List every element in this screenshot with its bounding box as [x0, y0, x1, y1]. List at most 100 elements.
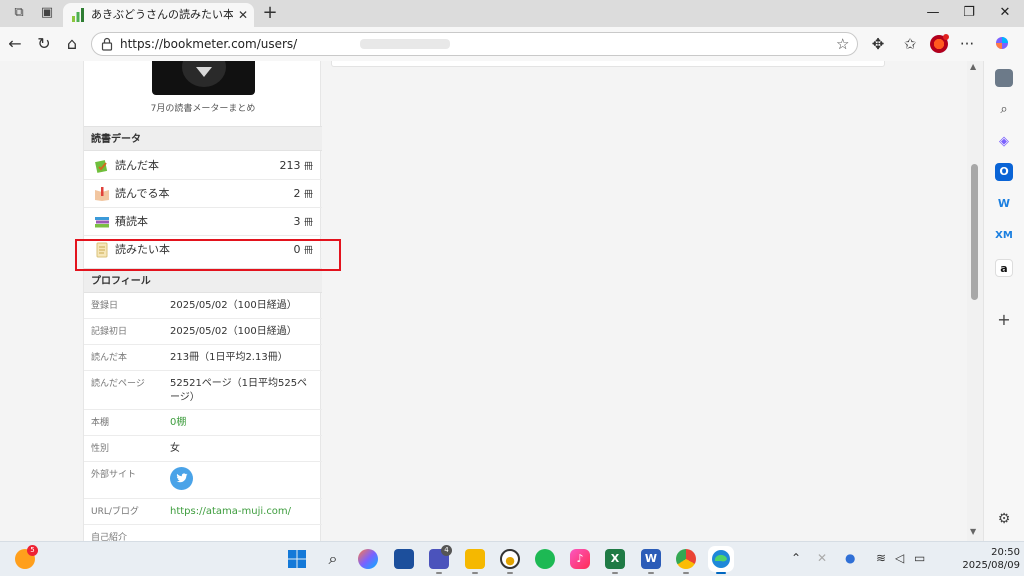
edge-logo-icon	[712, 550, 730, 568]
edge-sidebar: ⌕ ◈ O W XM a + ⚙	[983, 61, 1024, 541]
monthly-summary-image[interactable]	[152, 61, 255, 95]
stacked-books-label: 積読本	[115, 215, 148, 228]
profile-key: 記録初日	[91, 327, 128, 337]
notification-dot	[943, 34, 949, 40]
copilot-taskbar-icon[interactable]	[358, 549, 378, 569]
profile-row-first-record: 記録初日 2025/05/02（100日経過）	[84, 319, 322, 345]
start-icon[interactable]	[287, 549, 307, 569]
tab-title: あきぶどうさんの読みたい本 - 読書メ	[91, 8, 233, 21]
favorite-star-icon[interactable]: ☆	[836, 35, 849, 53]
weather-badge: 5	[27, 545, 38, 556]
maps-icon[interactable]: ●	[500, 549, 520, 569]
read-books-row[interactable]: 読んだ本 213 冊	[84, 152, 322, 180]
word-icon[interactable]: W	[641, 549, 661, 569]
settings-gear-icon[interactable]: ⚙	[995, 510, 1013, 528]
read-books-label: 読んだ本	[115, 159, 159, 172]
add-icon[interactable]: +	[995, 311, 1013, 329]
store-icon[interactable]	[394, 549, 414, 569]
profile-key: 性別	[91, 444, 110, 454]
amazon-icon[interactable]: a	[995, 259, 1013, 277]
twitter-bird-icon	[176, 473, 187, 483]
taskbar: 5 ⌕ 4 ● ♪ X W ⌃ ✕ ● ≋ ◁ ▭ 20:50 2025/08/…	[0, 541, 1024, 576]
book-stack-icon	[95, 217, 109, 228]
image-shape-detail	[196, 67, 212, 77]
profile-row-external-site: 外部サイト	[84, 462, 322, 499]
profile-row-registered: 登録日 2025/05/02（100日経過）	[84, 293, 322, 319]
more-icon[interactable]: ···	[957, 34, 977, 54]
extensions-icon[interactable]: ✥	[868, 34, 888, 54]
running-indicator	[612, 572, 618, 574]
home-icon[interactable]: ⌂	[63, 35, 81, 53]
profile-value: 女	[170, 443, 180, 454]
profile-row-shelves: 本棚 0棚	[84, 410, 322, 436]
windows-logo-icon	[288, 550, 306, 568]
scroll-up-icon[interactable]: ▲	[970, 62, 976, 71]
profile-value: 213冊（1日平均2.13冊）	[170, 352, 288, 363]
close-window-button[interactable]: ✕	[993, 4, 1017, 22]
volume-icon[interactable]: ◁	[895, 551, 904, 565]
wifi-icon[interactable]: ≋	[876, 551, 886, 565]
clock[interactable]: 20:50 2025/08/09	[940, 546, 1020, 572]
site-info-icon[interactable]	[100, 37, 114, 51]
tab-close-icon[interactable]: ✕	[238, 7, 250, 23]
tray-cloud-icon[interactable]: ●	[845, 551, 855, 565]
chrome-icon[interactable]	[676, 549, 696, 569]
file-explorer-icon[interactable]	[465, 549, 485, 569]
profile-row-self-intro: 自己紹介	[84, 525, 322, 541]
profile-heading: プロフィール	[84, 268, 322, 293]
battery-icon[interactable]: ▭	[914, 551, 925, 565]
monthly-summary-link[interactable]: 7月の読書メーターまとめ	[84, 101, 322, 114]
read-books-count: 213 冊	[279, 159, 313, 172]
user-sidebar: 7月の読書メーターまとめ 読書データ 読んだ本 213 冊 読んでる本 2 冊	[83, 61, 322, 541]
copilot-sidebar-icon[interactable]: ◈	[995, 133, 1013, 151]
edge-icon[interactable]	[711, 549, 731, 569]
restore-button[interactable]: ❐	[957, 4, 981, 22]
active-indicator	[716, 572, 726, 574]
scrollbar-thumb[interactable]	[971, 164, 978, 300]
shelves-link[interactable]: 0棚	[170, 416, 316, 430]
content-card	[331, 61, 885, 67]
reading-books-label: 読んでる本	[115, 187, 170, 200]
new-tab-button[interactable]: +	[260, 3, 280, 23]
reading-book-icon	[95, 187, 109, 201]
bookmeter-favicon-icon	[72, 8, 84, 22]
url-text: https://bookmeter.com/users/	[120, 37, 298, 51]
stacked-books-row[interactable]: 積読本 3 冊	[84, 208, 322, 236]
tray-overflow-icon[interactable]: ⌃	[791, 551, 801, 565]
browser-tab[interactable]: あきぶどうさんの読みたい本 - 読書メ ✕	[63, 3, 254, 27]
refresh-icon[interactable]: ↻	[35, 35, 53, 53]
page-scrollbar[interactable]: ▲ ▼	[967, 61, 983, 541]
workspaces-icon[interactable]: ⧉	[11, 5, 27, 21]
itunes-icon[interactable]: ♪	[570, 549, 590, 569]
running-indicator	[648, 572, 654, 574]
page-content: 7月の読書メーターまとめ 読書データ 読んだ本 213 冊 読んでる本 2 冊	[0, 61, 967, 541]
profile-key: 外部サイト	[91, 470, 137, 480]
profile-avatar[interactable]	[930, 34, 949, 53]
wunderlist-icon[interactable]: W	[995, 195, 1013, 213]
sidebar-app-icon[interactable]	[995, 69, 1013, 87]
copilot-icon[interactable]	[992, 34, 1012, 54]
profile-key: 本棚	[91, 418, 110, 428]
profile-row-pages-read: 読んだページ 52521ページ（1日平均525ページ）	[84, 371, 322, 410]
excel-icon[interactable]: X	[605, 549, 625, 569]
minimize-button[interactable]: —	[921, 4, 945, 22]
profile-value: 52521ページ（1日平均525ページ）	[170, 378, 308, 403]
tray-app-icon[interactable]: ✕	[817, 551, 827, 565]
stacked-books-count: 3 冊	[293, 215, 313, 228]
reading-books-count: 2 冊	[293, 187, 313, 200]
outlook-icon[interactable]: O	[995, 163, 1013, 181]
spotify-icon[interactable]	[535, 549, 555, 569]
favorites-icon[interactable]: ✩	[900, 34, 920, 54]
twitter-icon[interactable]	[170, 467, 193, 490]
blog-link[interactable]: https://atama-muji.com/	[170, 505, 316, 519]
xm-icon[interactable]: XM	[995, 227, 1013, 245]
reading-books-row[interactable]: 読んでる本 2 冊	[84, 180, 322, 208]
back-icon[interactable]: ←	[6, 35, 24, 53]
profile-key: 読んだページ	[91, 379, 145, 389]
scroll-down-icon[interactable]: ▼	[970, 527, 976, 536]
search-icon[interactable]: ⌕	[995, 101, 1013, 119]
address-bar[interactable]: https://bookmeter.com/users/ ☆	[91, 32, 858, 56]
profile-value: 2025/05/02（100日経過）	[170, 300, 297, 311]
tab-actions-icon[interactable]: ▣	[39, 5, 55, 21]
taskbar-search-icon[interactable]: ⌕	[323, 549, 343, 569]
